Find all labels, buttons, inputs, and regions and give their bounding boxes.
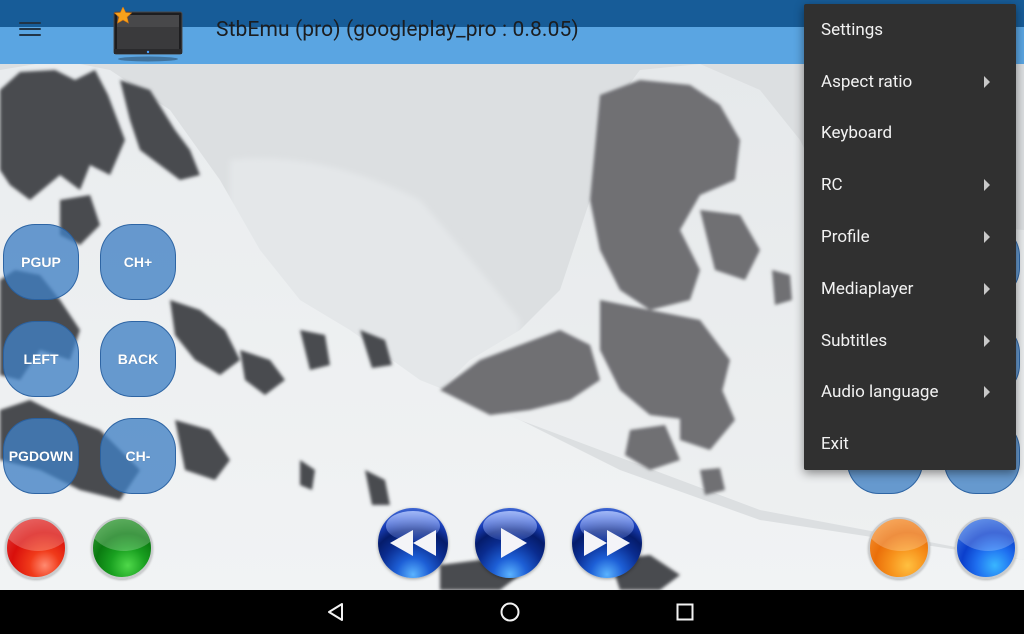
menu-item-mediaplayer[interactable]: Mediaplayer (804, 263, 1016, 315)
menu-item-exit[interactable]: Exit (804, 418, 1016, 470)
menu-item-rc[interactable]: RC (804, 159, 1016, 211)
menu-item-label: Exit (821, 434, 849, 455)
menu-item-label: Mediaplayer (821, 278, 914, 299)
nav-home-icon (500, 602, 520, 622)
submenu-arrow-icon (984, 231, 990, 244)
menu-item-keyboard[interactable]: Keyboard (804, 108, 1016, 160)
play-icon (501, 528, 527, 558)
menu-item-label: Subtitles (821, 330, 888, 351)
menu-item-profile[interactable]: Profile (804, 211, 1016, 263)
play-button[interactable] (475, 508, 545, 578)
menu-item-subtitles[interactable]: Subtitles (804, 315, 1016, 367)
left-button[interactable]: LEFT (3, 321, 79, 397)
hamburger-menu-icon[interactable] (19, 20, 41, 36)
rewind-icon (390, 530, 436, 556)
nav-recents-button[interactable] (655, 590, 715, 634)
submenu-arrow-icon (984, 334, 990, 347)
menu-item-label: Audio language (821, 382, 939, 403)
menu-item-label: RC (821, 175, 843, 196)
pgup-button[interactable]: PGUP (3, 224, 79, 300)
fast-forward-icon (584, 530, 630, 556)
submenu-arrow-icon (984, 386, 990, 399)
rewind-button[interactable] (378, 508, 448, 578)
ch-plus-button[interactable]: CH+ (100, 224, 176, 300)
app-logo-tv-icon (112, 6, 184, 63)
menu-item-aspect-ratio[interactable]: Aspect ratio (804, 56, 1016, 108)
navigation-bar (0, 590, 1024, 634)
nav-back-icon (328, 603, 343, 621)
menu-item-label: Profile (821, 227, 870, 248)
nav-back-button[interactable] (306, 590, 366, 634)
green-button[interactable] (91, 517, 153, 579)
overflow-menu: Settings Aspect ratio Keyboard RC Profil… (804, 4, 1016, 470)
menu-item-label: Settings (821, 19, 884, 40)
red-button[interactable] (5, 517, 67, 579)
blue-button[interactable] (955, 517, 1017, 579)
submenu-arrow-icon (984, 179, 990, 192)
menu-item-audio-language[interactable]: Audio language (804, 367, 1016, 419)
yellow-button[interactable] (868, 517, 930, 579)
pgdown-button[interactable]: PGDOWN (3, 418, 79, 494)
menu-item-settings[interactable]: Settings (804, 4, 1016, 56)
submenu-arrow-icon (984, 75, 990, 88)
nav-home-button[interactable] (480, 590, 540, 634)
app-title: StbEmu (pro) (googleplay_pro : 0.8.05) (216, 18, 579, 42)
menu-item-label: Aspect ratio (821, 71, 913, 92)
back-button[interactable]: BACK (100, 321, 176, 397)
fast-forward-button[interactable] (572, 508, 642, 578)
nav-recents-icon (676, 603, 694, 621)
ch-minus-button[interactable]: CH- (100, 418, 176, 494)
menu-item-label: Keyboard (821, 123, 893, 144)
submenu-arrow-icon (984, 282, 990, 295)
